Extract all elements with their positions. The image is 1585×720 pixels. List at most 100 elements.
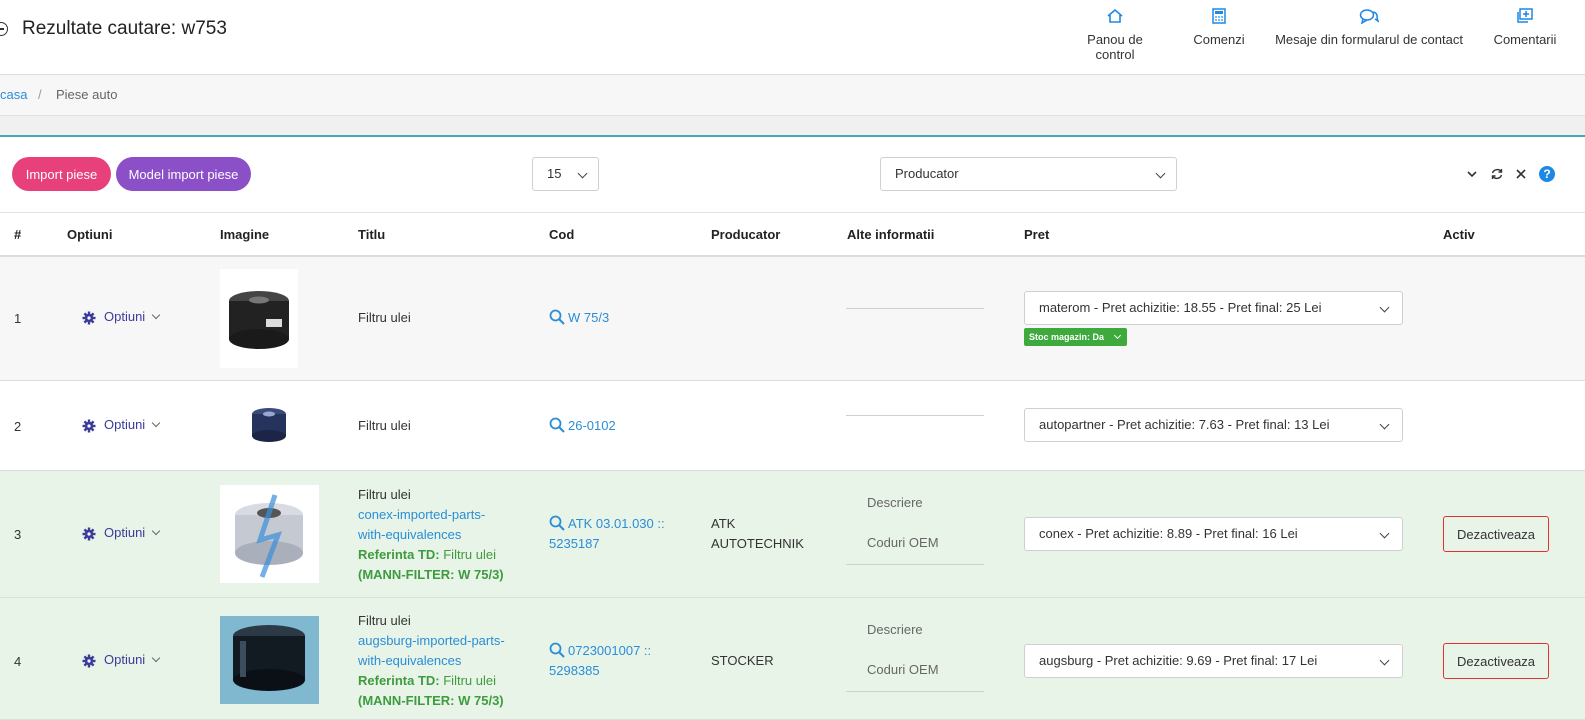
nav-label: Comentarii	[1493, 32, 1557, 47]
close-icon[interactable]	[1515, 168, 1527, 180]
product-title: Filtru ulei	[358, 613, 411, 628]
gear-icon	[82, 311, 96, 325]
per-page-value: 15	[547, 166, 562, 181]
deactivate-button[interactable]: Dezactiveaza	[1443, 516, 1549, 552]
producer-name: STOCKER	[711, 653, 774, 668]
product-image[interactable]	[220, 485, 319, 586]
row-index: 3	[14, 527, 22, 542]
supplier-link-line1[interactable]: augsburg-imported-parts-	[358, 631, 505, 651]
producator-filter-select[interactable]: Producator	[880, 157, 1177, 191]
alt-info-divider	[846, 308, 984, 309]
reference-label: Referinta TD:	[358, 673, 440, 688]
chevron-down-icon	[1155, 168, 1166, 179]
nav-mesaje[interactable]: Mesaje din formularul de contact	[1274, 8, 1464, 47]
coduri-oem-toggle[interactable]: Coduri OEM	[846, 533, 984, 573]
section-divider	[0, 116, 1585, 137]
coduri-oem-toggle[interactable]: Coduri OEM	[846, 660, 984, 700]
gear-icon	[82, 419, 96, 433]
gear-icon	[82, 654, 96, 668]
descriere-toggle[interactable]: Descriere	[846, 620, 984, 660]
supplier-link-line2[interactable]: with-equivalences	[358, 525, 504, 545]
search-icon	[549, 417, 565, 433]
breadcrumb-home-link[interactable]: casa	[0, 87, 27, 102]
nav-label: Mesaje din formularul de contact	[1275, 32, 1463, 47]
reference-label: Referinta TD:	[358, 547, 440, 562]
table-row: 2 Optiuni Filtru ulei 26-0102 autopartne…	[0, 381, 1585, 471]
alt-info-cell: Descriere Coduri OEM	[846, 620, 984, 700]
price-select[interactable]: conex - Pret achizitie: 8.89 - Pret fina…	[1024, 517, 1403, 551]
producator-filter-value: Producator	[895, 166, 959, 181]
model-import-piese-button[interactable]: Model import piese	[116, 157, 251, 191]
price-select[interactable]: autopartner - Pret achizitie: 7.63 - Pre…	[1024, 408, 1403, 442]
product-code: ATK 03.01.030 ::	[568, 516, 665, 531]
column-header-cod[interactable]: Cod	[549, 227, 574, 242]
chevron-down-icon	[1379, 419, 1390, 430]
options-label: Optiuni	[104, 309, 146, 324]
page-title: Rezultate cautare: w753	[22, 18, 227, 39]
producer-name: ATK	[711, 516, 736, 531]
row-index: 2	[14, 419, 22, 434]
options-dropdown[interactable]: Optiuni	[82, 525, 161, 541]
chevron-down-icon	[1379, 302, 1390, 313]
product-image[interactable]	[220, 269, 298, 371]
breadcrumb: casa / Piese auto	[0, 75, 1585, 116]
row-index: 4	[14, 654, 22, 669]
nav-comentarii[interactable]: Comentarii	[1493, 8, 1557, 47]
table-row: 1 Optiuni Filtru ulei W 75/3 materom - P…	[0, 257, 1585, 381]
reference-value: Filtru ulei	[439, 547, 496, 562]
home-icon	[1107, 8, 1123, 23]
product-image[interactable]	[250, 405, 288, 448]
price-select[interactable]: augsburg - Pret achizitie: 9.69 - Pret f…	[1024, 644, 1403, 678]
options-dropdown[interactable]: Optiuni	[82, 417, 161, 433]
comment-add-icon	[1517, 8, 1533, 23]
chevron-down-icon	[151, 310, 161, 320]
descriere-toggle[interactable]: Descriere	[846, 493, 984, 533]
back-arrow-icon[interactable]	[0, 22, 8, 36]
column-header-titlu[interactable]: Titlu	[358, 227, 385, 242]
column-header-index: #	[14, 227, 22, 242]
column-header-alte-informatii: Alte informatii	[847, 227, 935, 242]
stock-badge-dropdown[interactable]: Stoc magazin: Da	[1024, 328, 1127, 346]
supplier-link-line1[interactable]: conex-imported-parts-	[358, 505, 504, 525]
supplier-link-line2[interactable]: with-equivalences	[358, 651, 505, 671]
import-piese-button[interactable]: Import piese	[12, 157, 111, 191]
product-code: 0723001007 ::	[568, 643, 652, 658]
table-row: 3 Optiuni Filtru ulei conex-imported-par…	[0, 471, 1585, 598]
price-value: augsburg - Pret achizitie: 9.69 - Pret f…	[1039, 653, 1318, 668]
collapse-chevron-icon[interactable]	[1466, 168, 1478, 180]
producer-cell: ATK AUTOTECHNIK	[711, 514, 804, 554]
alt-info-divider	[846, 415, 984, 416]
price-value: conex - Pret achizitie: 8.89 - Pret fina…	[1039, 526, 1298, 541]
per-page-select[interactable]: 15	[532, 157, 599, 191]
alt-info-divider	[846, 691, 984, 692]
alt-info-divider	[846, 564, 984, 565]
gear-icon	[82, 527, 96, 541]
column-header-producator[interactable]: Producator	[711, 227, 780, 242]
product-code-link[interactable]: W 75/3	[549, 308, 609, 328]
stock-badge-label: Stoc magazin: Da	[1029, 332, 1105, 342]
product-code-link[interactable]: 0723001007 :: 5298385	[549, 641, 651, 681]
nav-comenzi[interactable]: Comenzi	[1193, 8, 1245, 47]
product-title: Filtru ulei	[358, 418, 411, 433]
refresh-icon[interactable]	[1490, 167, 1504, 181]
product-code-link[interactable]: 26-0102	[549, 416, 616, 436]
chat-icon	[1359, 9, 1379, 24]
chevron-down-icon	[1113, 331, 1122, 340]
column-header-pret: Pret	[1024, 227, 1050, 242]
alt-info-cell: Descriere Coduri OEM	[846, 493, 984, 573]
table-toolbar: Import piese Model import piese 15 Produ…	[0, 137, 1585, 213]
panel-tools: ?	[1458, 165, 1555, 182]
options-dropdown[interactable]: Optiuni	[82, 652, 161, 668]
price-select[interactable]: materom - Pret achizitie: 18.55 - Pret f…	[1024, 291, 1403, 325]
options-label: Optiuni	[104, 525, 146, 540]
deactivate-button[interactable]: Dezactiveaza	[1443, 643, 1549, 679]
product-code: 26-0102	[568, 418, 616, 433]
product-image[interactable]	[220, 616, 319, 707]
help-icon[interactable]: ?	[1539, 165, 1555, 182]
nav-label: Comenzi	[1193, 32, 1245, 47]
options-dropdown[interactable]: Optiuni	[82, 309, 161, 325]
nav-panou-de-control[interactable]: Panou de control	[1066, 8, 1164, 62]
search-icon	[549, 515, 565, 531]
product-code-link[interactable]: ATK 03.01.030 :: 5235187	[549, 514, 665, 554]
column-header-imagine: Imagine	[220, 227, 270, 242]
